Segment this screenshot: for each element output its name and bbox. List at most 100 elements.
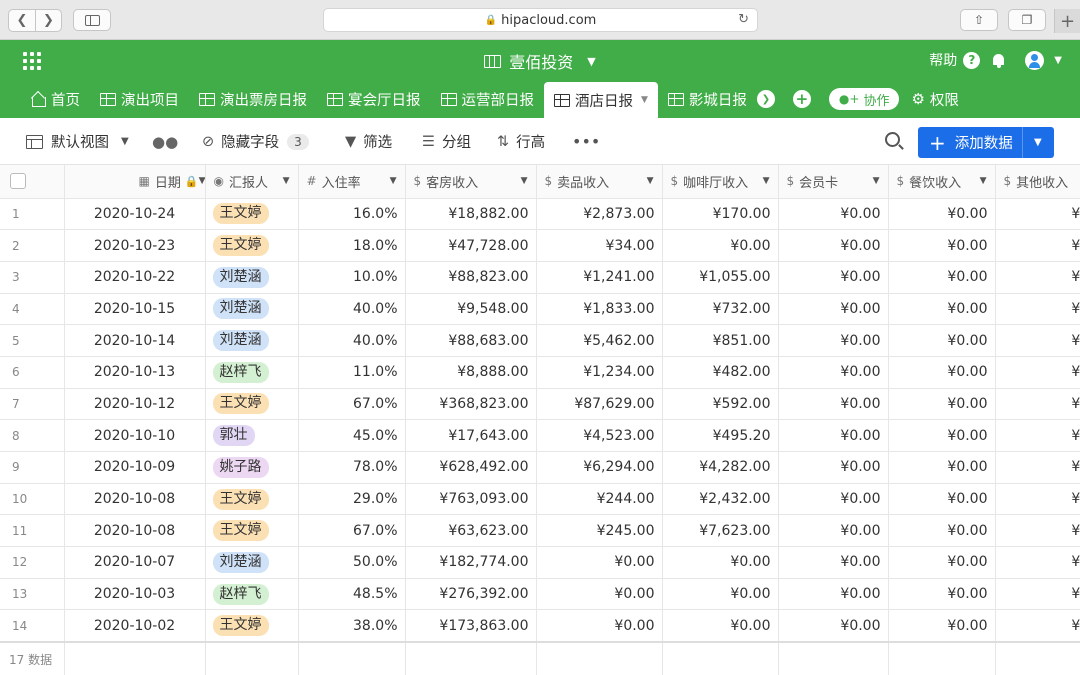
cafe-revenue-cell[interactable]: ¥4,282.00: [662, 451, 779, 484]
row-index[interactable]: 12: [0, 546, 65, 579]
avatar[interactable]: [1025, 50, 1045, 70]
food-revenue-cell[interactable]: ¥0.00: [888, 324, 996, 357]
table-row[interactable]: 2 2020-10-23 王文婷 18.0% ¥47,728.00 ¥34.00 ¥0.00…: [0, 229, 1080, 262]
add-data-button[interactable]: + 添加数据 ▼: [918, 127, 1054, 158]
share-button[interactable]: ⇧: [960, 9, 998, 31]
help-icon[interactable]: ?: [963, 51, 981, 69]
row-index[interactable]: 1: [0, 198, 65, 231]
other-revenue-cell[interactable]: ¥0.0: [995, 229, 1080, 262]
caret-down-icon[interactable]: ▼: [980, 176, 987, 186]
column-header-food-revenue[interactable]: $ 餐饮收入 ▼: [888, 165, 996, 199]
room-revenue-cell[interactable]: ¥763,093.00: [405, 483, 537, 516]
cafe-revenue-cell[interactable]: ¥482.00: [662, 356, 779, 389]
column-header-cafe-revenue[interactable]: $ 咖啡厅收入 ▼: [662, 165, 779, 199]
food-revenue-cell[interactable]: ¥0.00: [888, 198, 996, 231]
occupancy-cell[interactable]: 40.0%: [298, 293, 406, 326]
row-index[interactable]: 14: [0, 609, 65, 643]
member-card-cell[interactable]: ¥0.00: [778, 324, 889, 357]
goods-revenue-cell[interactable]: ¥0.00: [536, 546, 663, 579]
tab-hotel[interactable]: 酒店日报 ▼: [544, 82, 658, 118]
food-revenue-cell[interactable]: ¥0.00: [888, 388, 996, 421]
table-row[interactable]: 10 2020-10-08 王文婷 29.0% ¥763,093.00 ¥244.00 ¥2…: [0, 483, 1080, 516]
room-revenue-cell[interactable]: ¥17,643.00: [405, 419, 537, 452]
member-card-cell[interactable]: ¥0.00: [778, 451, 889, 484]
cafe-revenue-cell[interactable]: ¥0.00: [662, 229, 779, 262]
food-revenue-cell[interactable]: ¥0.00: [888, 261, 996, 294]
reporter-cell[interactable]: 王文婷: [205, 388, 299, 421]
tab-overview-button[interactable]: ❐: [1008, 9, 1046, 31]
occupancy-cell[interactable]: 78.0%: [298, 451, 406, 484]
select-all-checkbox[interactable]: [10, 173, 26, 190]
other-revenue-cell[interactable]: ¥0.0: [995, 578, 1080, 611]
member-card-cell[interactable]: ¥0.00: [778, 293, 889, 326]
goods-revenue-cell[interactable]: ¥244.00: [536, 483, 663, 516]
room-revenue-cell[interactable]: ¥8,888.00: [405, 356, 537, 389]
reporter-cell[interactable]: 刘楚涵: [205, 261, 299, 294]
food-revenue-cell[interactable]: ¥0.00: [888, 514, 996, 548]
food-revenue-cell[interactable]: ¥0.00: [888, 229, 996, 262]
reporter-cell[interactable]: 刘楚涵: [205, 293, 299, 326]
reload-icon[interactable]: ↻: [738, 12, 749, 27]
caret-down-icon[interactable]: ▼: [641, 95, 648, 105]
food-revenue-cell[interactable]: ¥0.00: [888, 578, 996, 611]
row-index[interactable]: 9: [0, 451, 65, 484]
date-cell[interactable]: 2020-10-24: [64, 198, 206, 231]
other-revenue-cell[interactable]: ¥0.0: [995, 451, 1080, 484]
occupancy-cell[interactable]: 50.0%: [298, 546, 406, 579]
reporter-cell[interactable]: 赵梓飞: [205, 578, 299, 611]
table-row[interactable]: 14 2020-10-02 王文婷 38.0% ¥173,863.00 ¥0.00 ¥0.0…: [0, 609, 1080, 643]
row-height-button[interactable]: ⇅ 行高: [497, 118, 545, 165]
occupancy-cell[interactable]: 18.0%: [298, 229, 406, 262]
reporter-cell[interactable]: 王文婷: [205, 198, 299, 231]
member-card-cell[interactable]: ¥0.00: [778, 198, 889, 231]
date-cell[interactable]: 2020-10-07: [64, 546, 206, 579]
table-row[interactable]: 1 2020-10-24 王文婷 16.0% ¥18,882.00 ¥2,873.00 ¥1…: [0, 198, 1080, 231]
reporter-cell[interactable]: 王文婷: [205, 229, 299, 262]
tab-home[interactable]: 首页: [20, 80, 90, 118]
column-header-room-revenue[interactable]: $ 客房收入 ▼: [405, 165, 537, 199]
goods-revenue-cell[interactable]: ¥0.00: [536, 609, 663, 643]
room-revenue-cell[interactable]: ¥88,683.00: [405, 324, 537, 357]
tab-box-office[interactable]: 演出票房日报: [189, 80, 317, 118]
member-card-cell[interactable]: ¥0.00: [778, 229, 889, 262]
table-row[interactable]: 4 2020-10-15 刘楚涵 40.0% ¥9,548.00 ¥1,833.00 ¥73…: [0, 293, 1080, 326]
room-revenue-cell[interactable]: ¥276,392.00: [405, 578, 537, 611]
reporter-cell[interactable]: 郭壮: [205, 419, 299, 452]
table-row[interactable]: 5 2020-10-14 刘楚涵 40.0% ¥88,683.00 ¥5,462.00 ¥8…: [0, 324, 1080, 357]
date-cell[interactable]: 2020-10-08: [64, 514, 206, 548]
other-revenue-cell[interactable]: ¥0.0: [995, 198, 1080, 231]
column-header-reporter[interactable]: ◉ 汇报人 ▼: [205, 165, 299, 199]
room-revenue-cell[interactable]: ¥173,863.00: [405, 609, 537, 643]
goods-revenue-cell[interactable]: ¥4,523.00: [536, 419, 663, 452]
cafe-revenue-cell[interactable]: ¥851.00: [662, 324, 779, 357]
food-revenue-cell[interactable]: ¥0.00: [888, 546, 996, 579]
goods-revenue-cell[interactable]: ¥1,234.00: [536, 356, 663, 389]
cafe-revenue-cell[interactable]: ¥0.00: [662, 609, 779, 643]
food-revenue-cell[interactable]: ¥0.00: [888, 483, 996, 516]
food-revenue-cell[interactable]: ¥0.00: [888, 293, 996, 326]
reporter-cell[interactable]: 赵梓飞: [205, 356, 299, 389]
row-index[interactable]: 7: [0, 388, 65, 421]
forward-button[interactable]: ❯: [35, 10, 61, 31]
cafe-revenue-cell[interactable]: ¥1,055.00: [662, 261, 779, 294]
member-card-cell[interactable]: ¥0.00: [778, 609, 889, 643]
cafe-revenue-cell[interactable]: ¥0.00: [662, 578, 779, 611]
tab-projects[interactable]: 演出项目: [90, 80, 189, 118]
caret-down-icon[interactable]: ▼: [873, 176, 880, 186]
cafe-revenue-cell[interactable]: ¥170.00: [662, 198, 779, 231]
occupancy-cell[interactable]: 67.0%: [298, 388, 406, 421]
room-revenue-cell[interactable]: ¥182,774.00: [405, 546, 537, 579]
table-row[interactable]: 13 2020-10-03 赵梓飞 48.5% ¥276,392.00 ¥0.00 ¥0.0…: [0, 578, 1080, 611]
member-card-cell[interactable]: ¥0.00: [778, 483, 889, 516]
row-index[interactable]: 6: [0, 356, 65, 389]
occupancy-cell[interactable]: 16.0%: [298, 198, 406, 231]
caret-down-icon[interactable]: ▼: [521, 176, 528, 186]
room-revenue-cell[interactable]: ¥368,823.00: [405, 388, 537, 421]
member-card-cell[interactable]: ¥0.00: [778, 514, 889, 548]
caret-down-icon[interactable]: ▼: [199, 176, 204, 186]
member-card-cell[interactable]: ¥0.00: [778, 356, 889, 389]
goods-revenue-cell[interactable]: ¥34.00: [536, 229, 663, 262]
other-revenue-cell[interactable]: ¥0.0: [995, 483, 1080, 516]
tabs-scroll-right-icon[interactable]: ❯: [756, 90, 775, 108]
occupancy-cell[interactable]: 38.0%: [298, 609, 406, 643]
